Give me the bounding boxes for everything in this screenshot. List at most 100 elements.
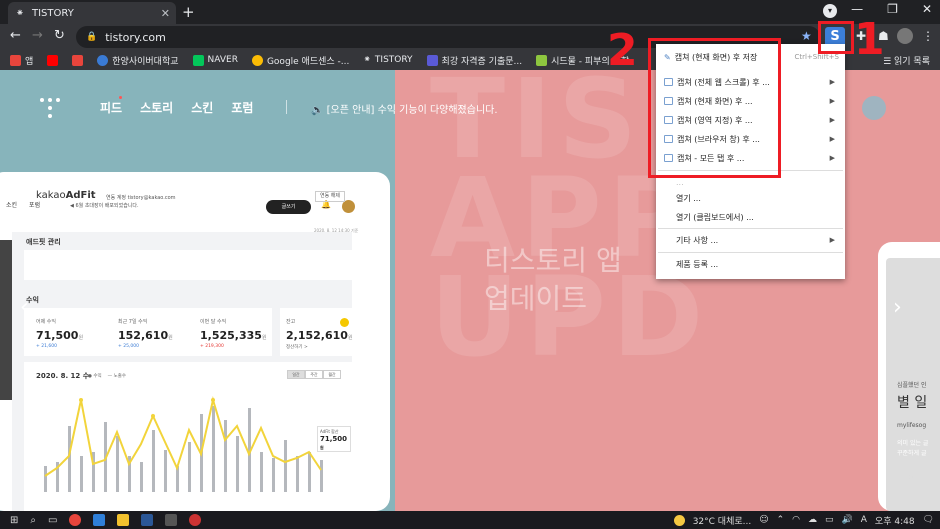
submenu-arrow-icon: ▶ — [829, 154, 835, 162]
chart-tab-monthly: 월간 — [323, 370, 341, 379]
bookmark-label: 한양사이버대학교 — [112, 56, 179, 67]
battery-icon[interactable]: ▭ — [825, 515, 834, 525]
submenu-arrow-icon: ▶ — [829, 135, 835, 143]
close-window-icon[interactable]: ✕ — [922, 2, 932, 16]
reload-icon[interactable]: ↻ — [54, 28, 65, 43]
tab-tistory[interactable]: ⁕ TISTORY ✕ — [8, 2, 176, 24]
nav-forum[interactable]: 포럼 — [231, 99, 253, 116]
user-avatar[interactable] — [862, 96, 886, 120]
phone-text-6: 구독 91 — [897, 475, 915, 481]
clock[interactable]: 오후 4:48 — [875, 514, 915, 527]
bookmark-apps[interactable]: 앱 — [10, 54, 33, 67]
reading-list[interactable]: ☰ 읽기 목록 — [883, 54, 930, 67]
google-icon — [251, 54, 263, 66]
stat-unit: 원 — [261, 335, 267, 341]
volume-icon[interactable]: 🔊 — [842, 515, 853, 525]
hanyang-icon — [97, 54, 109, 66]
submenu-arrow-icon: ▶ — [829, 236, 835, 244]
nav-feed[interactable]: 피드 — [100, 96, 123, 116]
legend-income: ● 수익 — [88, 374, 102, 379]
input-language[interactable]: A — [861, 515, 867, 525]
stat-delta: 정산하기 > — [286, 345, 308, 350]
back-icon[interactable]: ← — [10, 28, 21, 43]
people-icon[interactable]: ☺ — [759, 515, 768, 525]
bookmark-hanyang[interactable]: 한양사이버대학교 — [97, 54, 179, 67]
weather-icon[interactable] — [673, 514, 685, 526]
phone-text-1: 심플했던 인 — [897, 382, 927, 389]
weather-text[interactable]: 32°C 대체로... — [693, 514, 752, 527]
windows-taskbar: ⊞ ⌕ ▭ 32°C 대체로... ☺ ⌃ ◠ ☁ ▭ 🔊 A 오후 4:48 … — [0, 511, 940, 529]
menu-other[interactable]: 기타 사항 ... ▶ — [656, 231, 845, 249]
bookmark-label: 최강 자격증 기출문... — [441, 56, 523, 67]
explorer-icon[interactable] — [117, 514, 130, 526]
gmail-icon — [72, 54, 84, 66]
chart-title: 2020. 8. 12 수 — [36, 372, 90, 380]
menu-register[interactable]: 제품 등록 ... — [656, 255, 845, 273]
search-icon[interactable]: ⌕ — [30, 515, 36, 526]
nav-skin[interactable]: 스킨 — [191, 99, 213, 116]
menu-label: 기타 사항 ... — [676, 235, 719, 245]
annotation-box-extension — [818, 21, 854, 54]
bookmark-adsense[interactable]: Google 애드센스 -... — [251, 54, 350, 67]
app-icon[interactable] — [189, 514, 202, 526]
word-icon[interactable] — [141, 514, 154, 526]
nav-label: 피드 — [100, 101, 123, 115]
profile-avatar[interactable] — [897, 28, 913, 44]
tooltip-unit: 원 — [320, 445, 324, 450]
bookmark-tistory[interactable]: ⁕ TISTORY — [363, 55, 412, 65]
wifi-icon[interactable]: ◠ — [792, 515, 800, 525]
legend-label: 노출수 — [113, 374, 126, 379]
menu-open-clipboard[interactable]: 열기 (클립보드에서) ... — [656, 208, 845, 226]
stat-unit: 원 — [78, 335, 84, 341]
stat-value: 2,152,610원 — [286, 329, 353, 342]
url-text: tistory.com — [105, 30, 166, 44]
income-date-note: 2020. 8. 12 14:30 기준 — [314, 228, 359, 233]
nav-story[interactable]: 스토리 — [140, 99, 173, 116]
cloud-icon[interactable]: ☁ — [808, 515, 817, 525]
nav-divider — [286, 100, 287, 114]
bookmark-mail[interactable] — [72, 54, 84, 66]
reading-list-label: 읽기 목록 — [894, 57, 930, 67]
stat-unit: 원 — [347, 335, 353, 341]
carousel-next-icon[interactable]: › — [893, 295, 902, 320]
forward-icon[interactable]: → — [32, 28, 43, 43]
notification-icon[interactable]: 🗨 — [923, 515, 934, 525]
windows-start-icon[interactable]: ⊞ — [10, 515, 18, 526]
task-view-icon[interactable]: ▭ — [48, 515, 57, 526]
bookmark-exam[interactable]: 최강 자격증 기출문... — [426, 54, 523, 67]
stat-number: 1,525,335 — [200, 329, 262, 342]
site-nav: 피드 스토리 스킨 포럼 — [100, 96, 253, 116]
adfit-panel — [24, 250, 354, 280]
tray-chevron-icon[interactable]: ⌃ — [777, 515, 785, 525]
new-tab-icon[interactable]: + — [182, 3, 195, 21]
speaker-icon: ◀ — [70, 203, 74, 209]
bookmark-star-icon[interactable]: ★ — [801, 29, 812, 43]
legend-label: 수익 — [93, 374, 102, 379]
stat-yesterday: 어제 수익 71,500원 + 21,600 — [36, 318, 83, 349]
new-dot-icon — [119, 96, 122, 99]
bookmark-label: Google 애드센스 -... — [266, 56, 350, 67]
adfit-brand-kakao: kakao — [36, 190, 66, 201]
notice-banner[interactable]: 🔈 [오픈 안내] 수익 기능이 다양해졌습니다. — [311, 101, 498, 116]
tistory-logo[interactable] — [40, 98, 60, 118]
menu-open[interactable]: 열기 ... — [656, 189, 845, 207]
store-icon[interactable] — [165, 514, 178, 526]
tab-close-icon[interactable]: ✕ — [161, 7, 170, 20]
phone-text-2: 별 일 — [897, 395, 928, 411]
bookmark-youtube[interactable] — [47, 54, 59, 66]
bookmark-naver[interactable]: NAVER — [192, 54, 238, 66]
carousel-prev-icon[interactable]: ‹ — [20, 295, 29, 320]
tab-search-icon[interactable]: ▾ — [823, 4, 837, 18]
lock-icon[interactable]: 🔒 — [86, 32, 97, 42]
chrome-icon[interactable] — [69, 514, 82, 526]
phone-text-4: 의미 있는 글 — [897, 440, 929, 447]
edge-icon[interactable] — [93, 514, 106, 526]
dashboard-notice: ◀ 6월 초대장이 배포되었습니다. — [70, 202, 139, 209]
restore-icon[interactable]: ❐ — [887, 2, 898, 16]
tab-strip: ⁕ TISTORY ✕ + ▾ — ❐ ✕ — [0, 0, 940, 24]
naver-icon — [192, 54, 204, 66]
menu-label: ... — [676, 177, 684, 187]
hero-slogan: 티스토리 앱 업데이트 — [484, 242, 622, 318]
stat-delta: + 219,300 — [200, 344, 224, 349]
chrome-menu-icon[interactable]: ⋮ — [922, 29, 934, 43]
